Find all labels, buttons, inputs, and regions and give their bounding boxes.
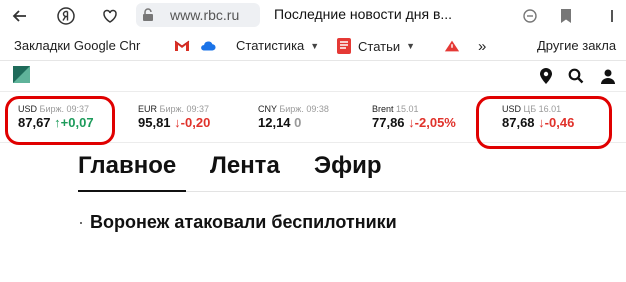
ticker-symbol: EUR <box>138 104 158 114</box>
bookmark-cloud[interactable] <box>200 38 222 54</box>
lock-icon[interactable] <box>140 7 156 23</box>
ticker-header: Brent 15.01 <box>372 104 456 114</box>
bookmark-gmail[interactable] <box>174 38 196 54</box>
chevron-down-icon: ▼ <box>310 40 320 51</box>
cloud-icon <box>200 38 216 54</box>
ticker-change: -2,05% <box>414 115 456 130</box>
user-icon[interactable] <box>598 66 618 86</box>
bookmark-icon[interactable] <box>554 4 578 28</box>
headline-text[interactable]: Воронеж атаковали беспилотники <box>90 212 397 232</box>
ticker-value: 77,86 <box>372 115 405 130</box>
chevron-down-icon: ▼ <box>406 41 416 51</box>
ticker-change: -0,20 <box>180 115 211 130</box>
bookmark-stati[interactable]: Статьи ▼ <box>336 38 415 54</box>
location-pin-icon[interactable] <box>536 66 556 86</box>
active-tab-indicator <box>78 190 186 192</box>
other-bookmarks-label: Другие закла <box>537 38 617 53</box>
warning-icon <box>444 38 460 54</box>
menu-icon[interactable] <box>600 4 624 28</box>
ticker-source: 15.01 <box>396 104 419 114</box>
ticker-value: 95,81 <box>138 115 171 130</box>
more-bookmarks-button[interactable]: » <box>478 38 486 55</box>
tab-glavnoe[interactable]: Главное <box>78 152 176 180</box>
ticker-source: Бирж. 09:38 <box>279 104 329 114</box>
bookmark-label: Закладки Google Chr <box>14 38 141 53</box>
tab-lenta[interactable]: Лента <box>210 152 280 180</box>
page-title: Последние новости дня в... <box>274 6 453 22</box>
doc-icon <box>336 38 352 54</box>
ticker-item[interactable]: EUR Бирж. 09:37 95,81 ↓-0,20 <box>138 104 210 130</box>
bookmark-label: Статьи <box>358 38 401 54</box>
ticker-value-row: 12,14 0 <box>258 115 329 130</box>
ticker-header: EUR Бирж. 09:37 <box>138 104 210 114</box>
ticker-item[interactable]: CNY Бирж. 09:38 12,14 0 <box>258 104 329 130</box>
ticker-symbol: CNY <box>258 104 277 114</box>
bookmark-statistika[interactable]: Статистика ▼ <box>236 38 319 53</box>
ticker-value-row: 95,81 ↓-0,20 <box>138 115 210 130</box>
search-icon[interactable] <box>566 66 586 86</box>
tab-efir[interactable]: Эфир <box>314 152 382 180</box>
other-bookmarks[interactable]: Другие закла <box>537 38 616 53</box>
gmail-icon <box>174 38 190 54</box>
rbc-logo[interactable] <box>13 66 30 83</box>
browser-toolbar: www.rbc.ru Последние новости дня в... <box>0 0 626 32</box>
bookmark-label: Статистика <box>236 38 305 53</box>
bookmark-google-folder[interactable]: Закладки Google Chr <box>14 38 140 53</box>
bookmark-warning[interactable] <box>444 38 466 54</box>
more-label: » <box>478 38 487 55</box>
url-text[interactable]: www.rbc.ru <box>170 7 239 23</box>
ticker-header: CNY Бирж. 09:38 <box>258 104 329 114</box>
ticker-value: 12,14 <box>258 115 291 130</box>
highlight-circle-usd-exchange <box>5 96 115 145</box>
address-bar[interactable]: www.rbc.ru <box>136 3 260 27</box>
ticker-value-row: 77,86 ↓-2,05% <box>372 115 456 130</box>
news-headline[interactable]: · Воронеж атаковали беспилотники <box>78 212 397 233</box>
ticker-item[interactable]: Brent 15.01 77,86 ↓-2,05% <box>372 104 456 130</box>
ticker-source: Бирж. 09:37 <box>159 104 210 114</box>
bookmarks-bar: Закладки Google Chr Статистика ▼ Статьи … <box>0 32 626 61</box>
back-arrow-icon[interactable] <box>8 4 32 28</box>
ticker-symbol: Brent <box>372 104 394 114</box>
site-header <box>0 61 626 92</box>
tabs-divider <box>186 191 626 192</box>
ticker-change: 0 <box>294 115 302 130</box>
bookmark-heart-icon[interactable] <box>98 4 122 28</box>
translate-icon[interactable] <box>518 4 542 28</box>
bullet: · <box>78 212 84 232</box>
yandex-icon[interactable] <box>54 4 78 28</box>
highlight-circle-usd-cb <box>476 96 612 149</box>
